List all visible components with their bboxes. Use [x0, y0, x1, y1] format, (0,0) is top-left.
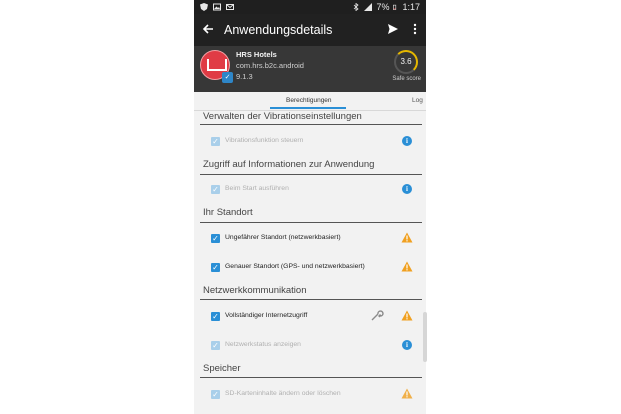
permission-label: Beim Start ausführen [225, 185, 289, 192]
bed-icon [207, 59, 227, 71]
permission-label: Genauer Standort (GPS- und netzwerkbasie… [225, 263, 365, 270]
permission-label: SD-Karteninhalte ändern oder löschen [225, 390, 341, 397]
section-title: Ihr Standort [203, 207, 253, 218]
checkbox[interactable]: ✓ [211, 234, 220, 243]
bluetooth-icon [354, 3, 360, 11]
back-button[interactable] [194, 22, 222, 38]
scrollbar[interactable] [423, 312, 427, 362]
section-title: Zugriff auf Informationen zur Anwendung [203, 159, 375, 170]
mail-icon [226, 4, 234, 10]
app-icon: ✓ [200, 50, 233, 83]
store-badge-icon: ✓ [222, 72, 233, 83]
section-title: Verwalten der Vibrationseinstellungen [203, 111, 362, 122]
permission-label: Vibrationsfunktion steuern [225, 137, 304, 144]
status-bar: 7% 1:17 [194, 0, 426, 14]
permission-row[interactable]: ✓ Vollständiger Internetzugriff [194, 310, 426, 324]
tab-berechtigungen[interactable]: Berechtigungen [286, 97, 332, 104]
permission-row[interactable]: ✓ Netzwerkstatus anzeigen i [194, 339, 426, 353]
warning-icon[interactable] [401, 261, 413, 272]
tab-log[interactable]: Log [412, 97, 423, 104]
clock: 1:17 [402, 2, 420, 12]
permission-row[interactable]: ✓ Genauer Standort (GPS- und netzwerkbas… [194, 261, 426, 275]
permission-row[interactable]: ✓ SD-Karteninhalte ändern oder löschen [194, 388, 426, 402]
tab-indicator [270, 107, 346, 109]
checkbox[interactable]: ✓ [211, 390, 220, 399]
app-version: 9.1.3 [236, 72, 253, 81]
app-name: HRS Hotels [236, 50, 277, 59]
checkbox[interactable]: ✓ [211, 263, 220, 272]
send-icon [388, 23, 398, 34]
warning-icon[interactable] [401, 310, 413, 321]
permission-label: Vollständiger Internetzugriff [225, 312, 308, 319]
section-title: Netzwerkkommunikation [203, 285, 307, 296]
info-icon[interactable]: i [402, 340, 412, 350]
overflow-menu-button[interactable] [404, 23, 426, 38]
shield-icon [200, 3, 208, 11]
permission-label: Ungefährer Standort (netzwerkbasiert) [225, 234, 341, 241]
permission-row[interactable]: ✓ Ungefährer Standort (netzwerkbasiert) [194, 232, 426, 246]
permission-row[interactable]: ✓ Vibrationsfunktion steuern i [194, 135, 426, 149]
battery-percent: 7% [376, 2, 390, 12]
section-title: Speicher [203, 363, 241, 374]
section-divider [200, 377, 422, 378]
phone-screen: 7% 1:17 Anwendungsdetails ✓ HRS Hotels c… [194, 0, 426, 414]
signal-icon [364, 3, 373, 11]
checkbox[interactable]: ✓ [211, 137, 220, 146]
app-toolbar: Anwendungsdetails [194, 14, 426, 46]
checkbox[interactable]: ✓ [211, 341, 220, 350]
info-icon[interactable]: i [402, 184, 412, 194]
permission-row[interactable]: ✓ Beim Start ausführen i [194, 183, 426, 197]
app-info-header: ✓ HRS Hotels com.hrs.b2c.android 9.1.3 3… [194, 46, 426, 92]
warning-icon[interactable] [401, 232, 413, 243]
tab-bar: Berechtigungen Log [194, 92, 426, 111]
section-divider [200, 299, 422, 300]
warning-icon[interactable] [401, 388, 413, 399]
more-vert-icon [413, 23, 417, 34]
share-button[interactable] [382, 23, 404, 38]
section-divider [200, 124, 422, 125]
section-divider [200, 222, 422, 223]
safe-score-gauge: 3.6 [394, 50, 418, 74]
arrow-back-icon [202, 24, 213, 34]
section-divider [200, 174, 422, 175]
wrench-icon[interactable] [370, 310, 384, 322]
checkbox[interactable]: ✓ [211, 185, 220, 194]
page-title: Anwendungsdetails [224, 23, 333, 37]
battery-icon [393, 4, 397, 10]
permission-label: Netzwerkstatus anzeigen [225, 341, 301, 348]
safe-score-label: Safe score [392, 76, 421, 82]
app-package: com.hrs.b2c.android [236, 61, 304, 70]
image-icon [213, 3, 221, 11]
info-icon[interactable]: i [402, 136, 412, 146]
checkbox[interactable]: ✓ [211, 312, 220, 321]
